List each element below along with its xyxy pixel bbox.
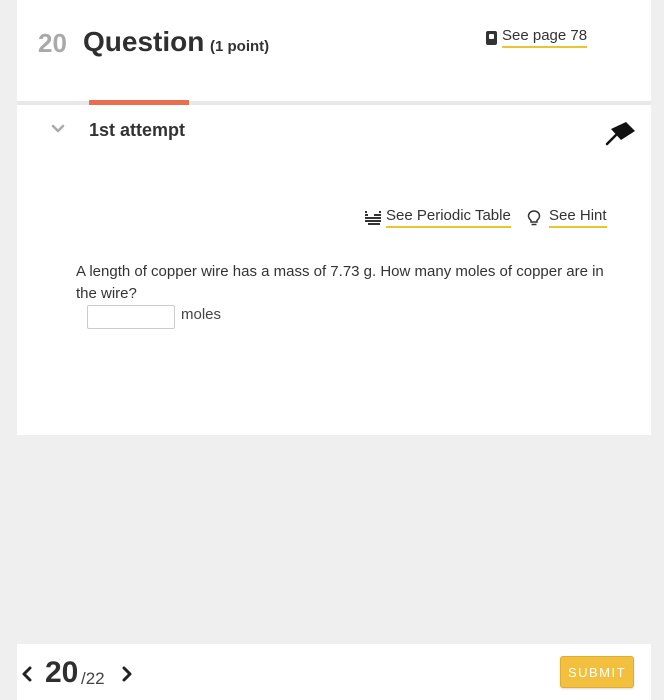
- chevron-down-icon[interactable]: [51, 122, 65, 136]
- current-question-number: 20: [45, 656, 79, 689]
- question-points: (1 point): [210, 38, 270, 55]
- see-periodic-table-link[interactable]: See Periodic Table: [365, 207, 511, 228]
- see-page-link[interactable]: See page 78: [486, 27, 588, 48]
- chevron-left-icon[interactable]: [20, 664, 34, 684]
- total-questions: /22: [81, 669, 105, 688]
- book-icon: [486, 30, 497, 45]
- see-periodic-table-label: See Periodic Table: [386, 207, 511, 228]
- see-page-label: See page 78: [502, 27, 588, 48]
- question-prompt: A length of copper wire has a mass of 7.…: [76, 263, 604, 302]
- answer-input[interactable]: [87, 305, 175, 329]
- question-title: Question: [83, 26, 205, 57]
- footer-nav: 20 /22 SUBMIT: [17, 644, 651, 700]
- pin-icon[interactable]: [605, 118, 639, 146]
- see-hint-label: See Hint: [549, 207, 607, 228]
- attempt-title: 1st attempt: [89, 120, 186, 140]
- chevron-right-icon[interactable]: [120, 664, 134, 684]
- lightbulb-icon: [527, 209, 541, 225]
- question-header: 20 Question (1 point) See page 78: [17, 0, 651, 101]
- attempt-panel: 1st attempt See Periodic Table See Hint …: [17, 105, 651, 435]
- question-number: 20: [38, 28, 67, 58]
- periodic-table-icon: [365, 210, 381, 225]
- submit-button[interactable]: SUBMIT: [560, 656, 634, 688]
- answer-unit: moles: [181, 306, 222, 323]
- see-hint-link[interactable]: See Hint: [527, 207, 607, 228]
